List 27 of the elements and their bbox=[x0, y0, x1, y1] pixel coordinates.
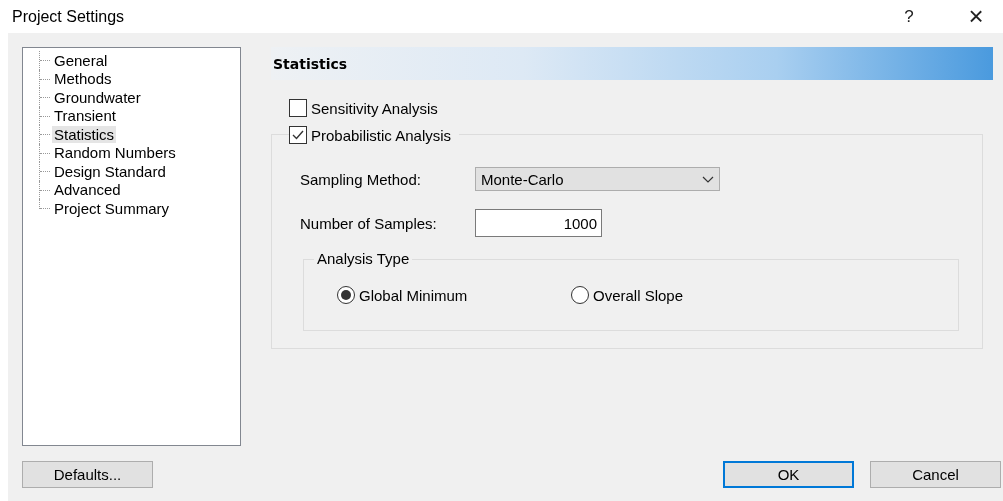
checkbox[interactable]: Sensitivity Analysis bbox=[289, 99, 438, 117]
radio-button[interactable]: Overall Slope bbox=[571, 286, 721, 304]
checkbox[interactable]: Probabilistic Analysis bbox=[289, 126, 460, 144]
field-label: Sampling Method: bbox=[300, 170, 422, 188]
tree-item[interactable]: Groundwater bbox=[52, 88, 143, 106]
tree-item[interactable]: Methods bbox=[52, 70, 114, 88]
sampling-method-dropdown[interactable]: Monte-Carlo bbox=[475, 167, 720, 191]
check-icon bbox=[291, 128, 305, 142]
tree-item[interactable]: Advanced bbox=[52, 181, 123, 199]
samples-input-field[interactable]: 1000 bbox=[475, 209, 602, 237]
close-button[interactable]: × bbox=[961, 1, 991, 32]
tree-item[interactable]: Design Standard bbox=[52, 162, 168, 180]
field-label: Number of Samples: bbox=[300, 214, 438, 232]
tree-item[interactable]: Statistics bbox=[52, 125, 116, 143]
tree-item[interactable]: General bbox=[52, 51, 110, 69]
window-title: Project Settings bbox=[12, 7, 125, 26]
defaults-button[interactable]: Defaults... bbox=[22, 461, 153, 488]
group-title: Analysis Type bbox=[314, 250, 413, 267]
caret-icon bbox=[702, 175, 714, 183]
radio-button[interactable]: Global Minimum bbox=[337, 286, 487, 304]
cancel-button[interactable]: Cancel bbox=[870, 461, 1001, 488]
tree-item[interactable]: Random Numbers bbox=[52, 144, 178, 162]
ok-button[interactable]: OK bbox=[723, 461, 854, 488]
tree-item[interactable]: Transient bbox=[52, 107, 118, 125]
section-title: Statistics bbox=[273, 55, 348, 72]
tree-item[interactable]: Project Summary bbox=[52, 199, 172, 217]
help-button[interactable]: ? bbox=[899, 6, 919, 27]
